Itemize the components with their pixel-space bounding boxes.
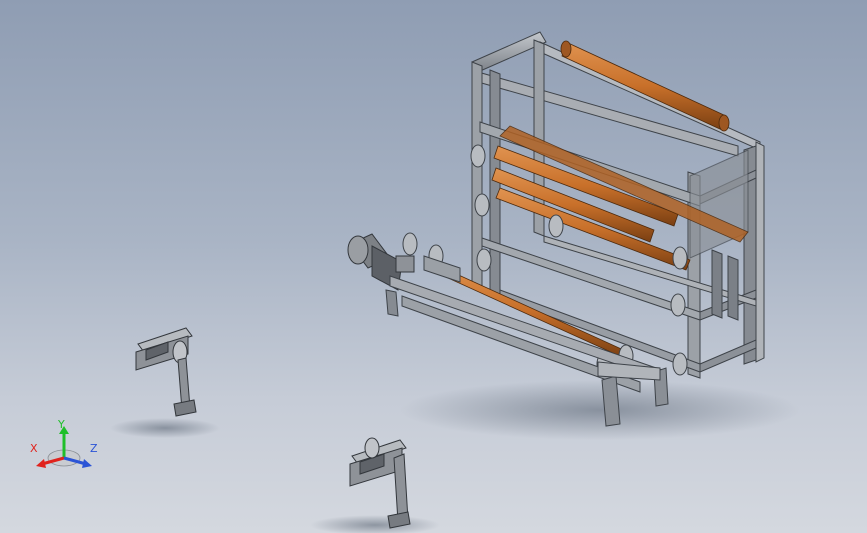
- shadow-main-frame: [400, 380, 800, 440]
- machine-model[interactable]: [0, 0, 867, 533]
- shadow-left-stand: [110, 418, 220, 438]
- view-orientation-triad[interactable]: X Y Z: [26, 418, 106, 478]
- cad-viewport[interactable]: X Y Z: [0, 0, 867, 533]
- unwind-stand-left[interactable]: [135, 327, 197, 417]
- z-axis-label: Z: [90, 442, 98, 455]
- orange-roller-top: [561, 41, 727, 131]
- x-axis-label: X: [30, 442, 38, 455]
- y-axis-label: Y: [58, 418, 65, 431]
- shadow-bottom-stand: [310, 515, 440, 533]
- unwind-stand-bottom[interactable]: [349, 437, 411, 529]
